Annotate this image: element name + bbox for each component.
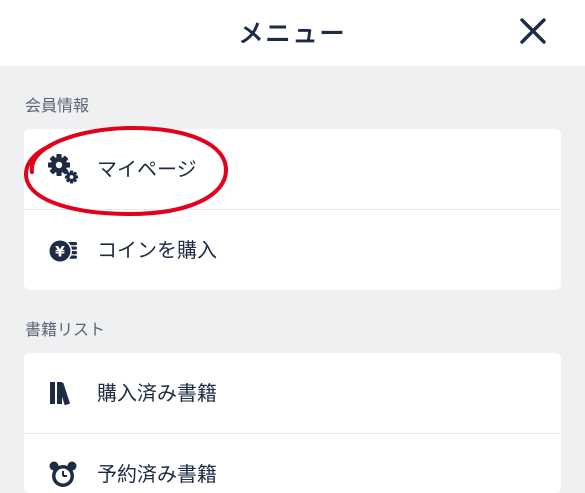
section-label-book-list: 書籍リスト	[25, 320, 106, 339]
menu-item-purchased-books[interactable]: 購入済み書籍	[24, 353, 561, 433]
section-label-member-info: 会員情報	[25, 96, 90, 115]
close-icon	[520, 18, 546, 44]
menu-item-label: マイページ	[97, 157, 197, 181]
menu-item-buy-coins[interactable]: ¥ コインを購入	[24, 209, 561, 290]
alarm-clock-icon	[49, 461, 77, 487]
menu-item-my-page[interactable]: マイページ	[24, 129, 561, 209]
menu-title: メニュー	[238, 19, 347, 48]
menu-item-label: 購入済み書籍	[97, 381, 217, 405]
close-button[interactable]	[514, 12, 552, 50]
svg-text:¥: ¥	[55, 245, 65, 261]
book-list-card: 購入済み書籍 予約済み書籍	[24, 353, 561, 493]
books-icon	[50, 382, 71, 406]
menu-item-reserved-books[interactable]: 予約済み書籍	[24, 433, 561, 493]
member-info-card: マイページ ¥ コインを購入	[24, 129, 561, 290]
menu-item-label: 予約済み書籍	[97, 462, 217, 486]
menu-item-label: コインを購入	[97, 238, 217, 262]
gears-icon	[48, 154, 78, 184]
yen-coins-icon: ¥	[48, 239, 77, 263]
menu-header: メニュー	[0, 0, 585, 66]
